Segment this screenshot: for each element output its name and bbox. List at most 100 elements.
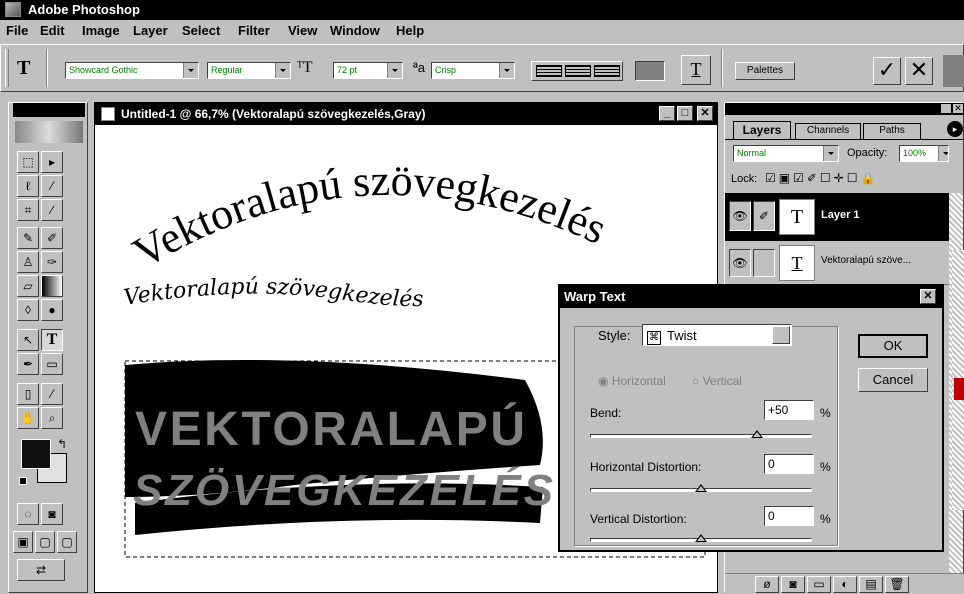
- layer-style-icon[interactable]: ø: [755, 576, 779, 593]
- text-color-swatch[interactable]: [635, 61, 665, 81]
- move-tool-icon[interactable]: ▸: [41, 151, 63, 173]
- opacity-value: 100%: [903, 148, 927, 158]
- screen-mode-standard-icon[interactable]: ▣: [13, 531, 33, 553]
- horizontal-radio[interactable]: ◉ Horizontal: [598, 374, 666, 388]
- minimize-icon[interactable]: _: [659, 106, 675, 121]
- layer-row-text[interactable]: 👁 T Vektoralapú szöve...: [725, 241, 949, 285]
- notes-tool-icon[interactable]: ▯: [17, 383, 39, 405]
- path-select-icon[interactable]: ↖: [17, 329, 39, 351]
- palettes-button[interactable]: Palettes: [735, 62, 795, 80]
- shape-tool-icon[interactable]: ▭: [41, 353, 63, 375]
- commit-check-icon[interactable]: ✓: [873, 57, 901, 85]
- menu-edit[interactable]: Edit: [40, 23, 65, 38]
- adobe-logo-icon[interactable]: [15, 121, 83, 143]
- menu-select[interactable]: Select: [182, 23, 220, 38]
- tab-channels[interactable]: Channels: [795, 123, 861, 139]
- adjustment-layer-icon[interactable]: ◐: [833, 576, 857, 593]
- default-colors-icon[interactable]: [19, 477, 27, 485]
- tab-divider: [725, 139, 964, 140]
- history-brush-icon[interactable]: ✑: [41, 251, 63, 273]
- trash-icon[interactable]: 🗑: [885, 576, 909, 593]
- lasso-tool-icon[interactable]: ℓ: [17, 175, 39, 197]
- dodge-tool-icon[interactable]: ●: [41, 299, 63, 321]
- chevron-down-icon: [275, 63, 290, 78]
- close-icon[interactable]: ✕: [697, 106, 713, 121]
- magic-wand-icon[interactable]: ⁄: [41, 175, 63, 197]
- new-set-icon[interactable]: ▭: [807, 576, 831, 593]
- eyedropper-icon[interactable]: ⁄: [41, 383, 63, 405]
- palette-minimize-icon[interactable]: [941, 104, 951, 113]
- menu-file[interactable]: File: [6, 23, 28, 38]
- bend-slider-thumb[interactable]: [750, 430, 763, 438]
- close-icon[interactable]: ✕: [920, 289, 936, 304]
- foreground-color-swatch[interactable]: [21, 439, 51, 469]
- style-select[interactable]: ⌘ Twist: [642, 324, 792, 346]
- menu-view[interactable]: View: [288, 23, 317, 38]
- healing-brush-icon[interactable]: ✎: [17, 227, 39, 249]
- layer-mask-icon[interactable]: ◙: [781, 576, 805, 593]
- type-tool-icon[interactable]: T: [41, 329, 63, 351]
- bend-field[interactable]: +50: [764, 400, 814, 420]
- tab-paths[interactable]: Paths: [863, 123, 921, 139]
- text-tool-preset-icon[interactable]: T: [17, 57, 37, 79]
- slice-tool-icon[interactable]: ∕: [41, 199, 63, 221]
- eraser-tool-icon[interactable]: ▱: [17, 275, 39, 297]
- pen-tool-icon[interactable]: ✒: [17, 353, 39, 375]
- zoom-tool-icon[interactable]: ⌕: [41, 407, 63, 429]
- align-left-icon[interactable]: [536, 65, 562, 77]
- align-right-icon[interactable]: [594, 65, 620, 77]
- horizontal-distortion-thumb[interactable]: [695, 484, 707, 492]
- hand-tool-icon[interactable]: ✋: [17, 407, 39, 429]
- link-empty-icon[interactable]: [753, 249, 775, 277]
- font-size-select[interactable]: 72 pt: [333, 62, 403, 79]
- vertical-radio[interactable]: ○ Vertical: [692, 374, 742, 388]
- screen-mode-full-icon[interactable]: ▢: [57, 531, 77, 553]
- layer-row-layer1[interactable]: 👁 ✐ T Layer 1: [725, 193, 949, 241]
- menu-window[interactable]: Window: [330, 23, 380, 38]
- menu-layer[interactable]: Layer: [133, 23, 168, 38]
- cancel-button[interactable]: Cancel: [858, 368, 928, 392]
- options-bar: T Showcard Gothic Regular ᵀT 72 pt ªa Cr…: [0, 44, 964, 92]
- antialias-select[interactable]: Crisp: [431, 62, 515, 79]
- tab-layers[interactable]: Layers: [733, 121, 791, 139]
- font-style-select[interactable]: Regular: [207, 62, 291, 79]
- maximize-icon[interactable]: □: [677, 106, 693, 121]
- font-family-select[interactable]: Showcard Gothic: [65, 62, 199, 79]
- opacity-field[interactable]: 100%: [899, 145, 949, 162]
- new-layer-icon[interactable]: ▤: [859, 576, 883, 593]
- alignment-group: [531, 61, 623, 81]
- menu-image[interactable]: Image: [82, 23, 120, 38]
- brush-link-icon[interactable]: ✐: [753, 201, 775, 231]
- cancel-x-icon[interactable]: ✕: [905, 57, 933, 85]
- crop-tool-icon[interactable]: ⌗: [17, 199, 39, 221]
- horizontal-distortion-field[interactable]: 0: [764, 454, 814, 474]
- blur-tool-icon[interactable]: ◊: [17, 299, 39, 321]
- visibility-eye-icon[interactable]: 👁: [729, 249, 751, 277]
- horizontal-label: Horizontal: [611, 374, 666, 388]
- vertical-distortion-field[interactable]: 0: [764, 506, 814, 526]
- align-center-icon[interactable]: [565, 65, 591, 77]
- visibility-eye-icon[interactable]: 👁: [729, 201, 751, 231]
- jump-to-imageready-icon[interactable]: ⇄: [17, 559, 65, 581]
- swap-colors-icon[interactable]: ↰: [57, 437, 67, 451]
- brush-tool-icon[interactable]: ✐: [41, 227, 63, 249]
- horizontal-distortion-percent: %: [820, 460, 831, 474]
- screen-mode-full-menu-icon[interactable]: ▢: [35, 531, 55, 553]
- ok-button[interactable]: OK: [858, 334, 928, 358]
- blend-mode-select[interactable]: Normal: [733, 145, 839, 162]
- menu-help[interactable]: Help: [396, 23, 424, 38]
- stamp-tool-icon[interactable]: ♙: [17, 251, 39, 273]
- palette-menu-icon[interactable]: ▸: [947, 121, 963, 137]
- warp-text-button[interactable]: T̲: [681, 55, 711, 85]
- bend-slider[interactable]: [590, 434, 812, 438]
- standard-mode-icon[interactable]: ◌: [17, 503, 39, 525]
- vertical-distortion-thumb[interactable]: [695, 534, 707, 542]
- menu-filter[interactable]: Filter: [238, 23, 270, 38]
- gradient-tool-icon[interactable]: [41, 275, 63, 297]
- palette-close-icon[interactable]: ✕: [953, 104, 963, 113]
- lock-options-icons[interactable]: ☑▣☑✐☐✛☐🔒: [765, 171, 878, 185]
- font-size-value: 72 pt: [337, 65, 358, 75]
- quickmask-mode-icon[interactable]: ◙: [41, 503, 63, 525]
- toolbox: ⬚ ▸ ℓ ⁄ ⌗ ∕ ✎ ✐ ♙ ✑ ▱ ◊ ● ↖ T ✒ ▭ ▯ ⁄ ✋ …: [8, 102, 88, 593]
- marquee-tool-icon[interactable]: ⬚: [17, 151, 39, 173]
